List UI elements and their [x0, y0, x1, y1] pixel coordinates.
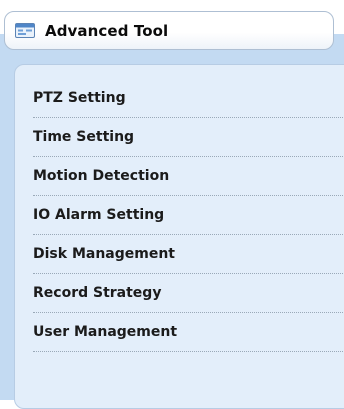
menu-item-label: Disk Management [33, 246, 175, 262]
menu-item-disk-management[interactable]: Disk Management [33, 235, 344, 274]
settings-menu: PTZ Setting Time Setting Motion Detectio… [14, 64, 344, 409]
menu-item-record-strategy[interactable]: Record Strategy [33, 274, 344, 313]
menu-item-user-management[interactable]: User Management [33, 313, 344, 352]
menu-item-label: IO Alarm Setting [33, 207, 165, 223]
window-icon [15, 23, 35, 38]
menu-item-time-setting[interactable]: Time Setting [33, 118, 344, 157]
panel-title: Advanced Tool [45, 21, 169, 40]
menu-item-label: Time Setting [33, 129, 135, 145]
menu-item-motion-detection[interactable]: Motion Detection [33, 157, 344, 196]
panel-header[interactable]: Advanced Tool [4, 11, 334, 50]
menu-item-label: User Management [33, 324, 178, 340]
menu-item-label: PTZ Setting [33, 90, 126, 106]
menu-item-io-alarm-setting[interactable]: IO Alarm Setting [33, 196, 344, 235]
advanced-tool-panel: Advanced Tool PTZ Setting Time Setting M… [0, 0, 344, 409]
menu-item-ptz-setting[interactable]: PTZ Setting [33, 79, 344, 118]
menu-item-label: Record Strategy [33, 285, 162, 301]
menu-item-label: Motion Detection [33, 168, 170, 184]
